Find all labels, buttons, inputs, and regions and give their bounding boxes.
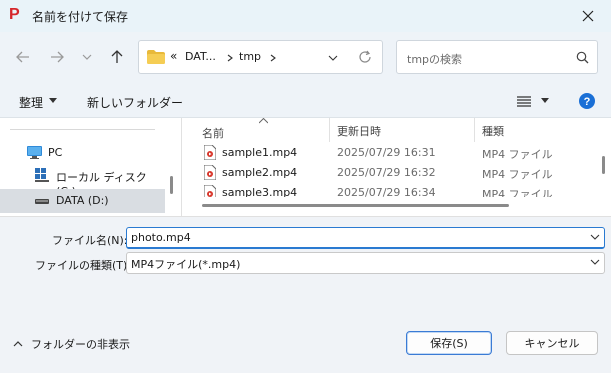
chevron-down-icon [590,259,600,265]
hide-folders-toggle[interactable]: フォルダーの非表示 [10,336,130,352]
pc-icon [27,146,42,159]
up-button[interactable] [106,46,128,68]
vertical-scrollbar[interactable] [602,156,605,174]
command-bar: 整理 新しいフォルダー ? [0,84,611,118]
forward-button[interactable] [46,46,68,68]
breadcrumb-overflow[interactable]: « [170,49,177,63]
navigation-pane: PC ローカル ディスク (C:) DATA (D:) [0,118,180,216]
arrow-right-icon [51,51,64,63]
chevron-right-icon [227,54,233,62]
file-type: MP4 ファイル [482,148,553,161]
svg-text:?: ? [584,96,591,108]
file-name: sample3.mp4 [222,186,298,197]
column-divider[interactable] [329,118,330,142]
file-date: 2025/07/29 16:34 [337,186,436,197]
search-box[interactable]: tmpの検索 [396,40,598,74]
app-logo: P [9,6,20,23]
filetype-label: ファイルの種類(T): [35,259,132,272]
file-type: MP4 ファイル [482,168,553,181]
file-name: sample1.mp4 [222,146,298,159]
file-date: 2025/07/29 16:32 [337,166,436,179]
recent-locations-button[interactable] [76,46,98,68]
nav-pane-scrollbar[interactable] [170,176,173,194]
help-icon[interactable]: ? [579,93,595,109]
cancel-button[interactable]: キャンセル [506,331,598,355]
chevron-down-icon[interactable] [541,98,549,104]
column-header-name[interactable]: 名前 [202,125,224,141]
file-type: MP4 ファイル [482,188,553,197]
video-file-icon [204,185,216,197]
back-button[interactable] [12,46,34,68]
filename-value: photo.mp4 [131,231,191,244]
arrow-left-icon [16,51,29,63]
tree-label-pc: PC [48,146,63,159]
arrow-up-icon [111,50,123,63]
tree-item-pc[interactable]: PC [0,141,165,165]
file-row[interactable]: sample1.mp4 2025/07/29 16:31 MP4 ファイル [182,143,582,163]
breadcrumb-tmp[interactable]: tmp [239,50,261,63]
filetype-select[interactable]: MP4ファイル(*.mp4) [126,252,605,274]
video-file-icon [204,145,216,160]
close-button[interactable] [565,0,611,32]
filename-field[interactable]: photo.mp4 [126,227,605,249]
tree-item-local-disk[interactable]: ローカル ディスク (C:) [0,164,165,198]
filetype-value: MP4ファイル(*.mp4) [131,258,241,271]
search-input[interactable]: tmpの検索 [407,51,462,67]
close-icon [582,10,594,22]
organize-button[interactable]: 整理 [19,94,43,111]
column-header-type[interactable]: 種類 [482,123,504,139]
new-folder-button[interactable]: 新しいフォルダー [87,94,183,111]
chevron-down-icon [82,54,92,60]
dialog-title: 名前を付けて保存 [32,10,129,24]
sort-ascending-icon [259,118,268,124]
tree-label-data-drive: DATA (D:) [56,194,109,207]
chevron-right-icon [270,54,276,62]
column-divider[interactable] [474,118,475,142]
file-row[interactable]: sample2.mp4 2025/07/29 16:32 MP4 ファイル [182,163,582,183]
video-file-icon [204,165,216,180]
title-bar: P 名前を付けて保存 [0,0,611,32]
cancel-button-label: キャンセル [524,337,580,350]
search-icon[interactable] [576,51,589,64]
save-button-label: 保存(S) [430,337,468,350]
refresh-icon[interactable] [358,50,372,64]
column-header-date[interactable]: 更新日時 [337,123,381,139]
tree-item-data-drive[interactable]: DATA (D:) [0,189,165,213]
view-list-icon[interactable] [517,96,531,107]
file-date: 2025/07/29 16:31 [337,146,436,159]
chevron-down-icon[interactable] [328,54,338,62]
chevron-down-icon [49,98,57,103]
windows-drive-icon [35,168,49,182]
horizontal-scrollbar[interactable] [202,204,509,207]
hide-folders-label: フォルダーの非表示 [31,338,130,351]
save-button[interactable]: 保存(S) [406,331,492,355]
divider [10,129,155,130]
file-row[interactable]: sample3.mp4 2025/07/29 16:34 MP4 ファイル [182,183,582,197]
navigation-bar: « DAT... tmp tmpの検索 [0,32,611,84]
folder-icon [147,50,165,64]
file-name: sample2.mp4 [222,166,298,179]
drive-icon [35,199,49,204]
file-list: 名前 更新日時 種類 sample1.mp4 2025/07/29 16:31 … [181,118,611,216]
save-form: ファイル名(N): photo.mp4 ファイルの種類(T): MP4ファイル(… [0,216,611,373]
filename-label: ファイル名(N): [52,234,128,247]
breadcrumb-data[interactable]: DAT... [185,50,216,63]
address-bar[interactable]: « DAT... tmp [138,40,383,74]
chevron-up-icon [13,341,23,347]
chevron-down-icon[interactable] [590,232,600,242]
